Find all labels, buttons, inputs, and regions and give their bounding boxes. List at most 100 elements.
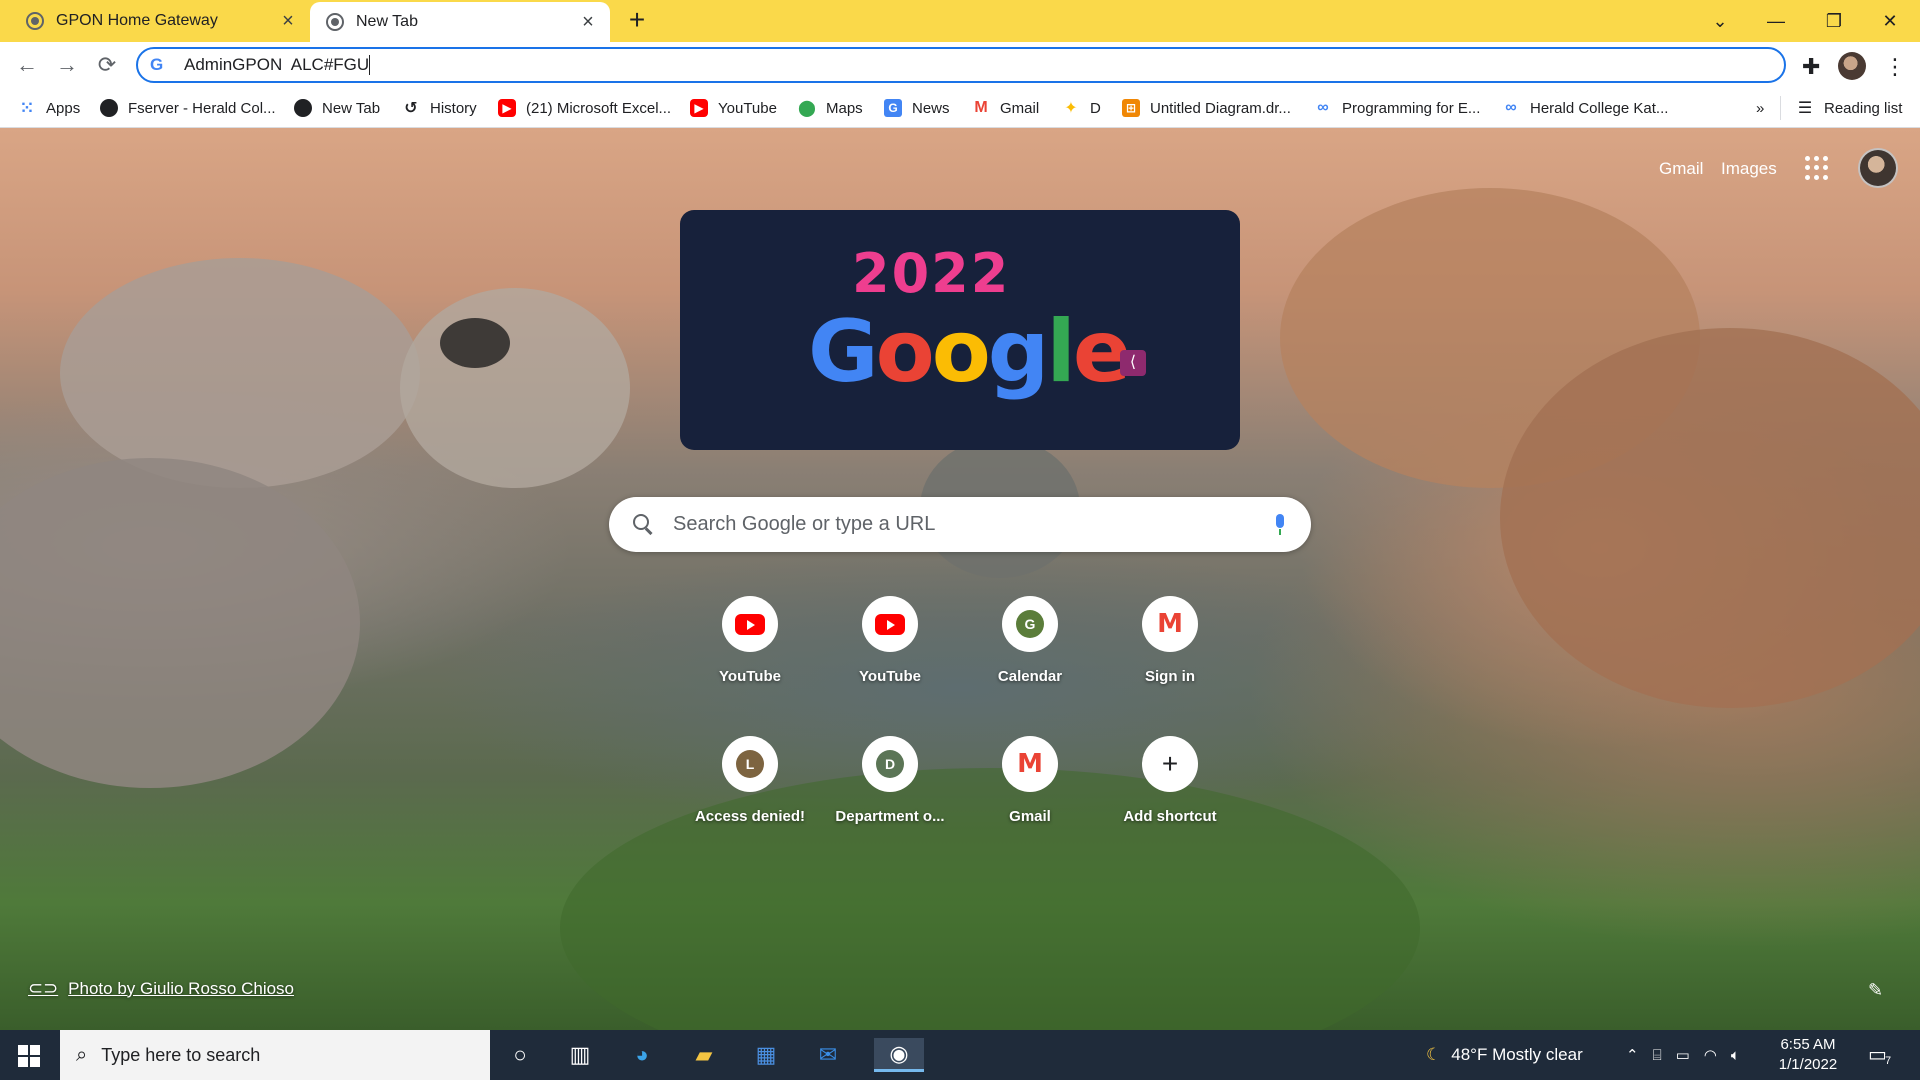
gmail-icon: M [1017, 749, 1043, 779]
extensions-icon[interactable]: ✚ [1802, 54, 1820, 80]
address-bar[interactable]: G AdminGPON ALC#FGU [136, 47, 1786, 83]
search-input[interactable] [673, 513, 1273, 536]
globe-icon [26, 12, 44, 30]
bookmark-microsoft-excel[interactable]: ▶ (21) Microsoft Excel... [498, 88, 671, 128]
google-search-box[interactable] [609, 497, 1311, 552]
shortcut-tile: D [862, 736, 918, 792]
shortcut-gmail[interactable]: M Gmail [974, 726, 1086, 838]
address-bar-text[interactable]: AdminGPON ALC#FGU [184, 55, 369, 75]
shortcut-label: Gmail [1009, 808, 1051, 825]
restore-button[interactable]: ❐ [1806, 0, 1862, 42]
bookmark-fserver[interactable]: Fserver - Herald Col... [100, 88, 276, 128]
new-tab-button[interactable]: + [622, 6, 652, 36]
microsoft-store-icon[interactable]: ▦ [748, 1038, 784, 1072]
google-apps-icon[interactable] [1805, 156, 1829, 180]
close-window-button[interactable]: ✕ [1862, 0, 1918, 42]
photo-credit-text: Photo by Giulio Rosso Chioso [68, 978, 295, 998]
letter-d-icon: D [876, 750, 904, 778]
close-icon[interactable]: × [276, 9, 300, 33]
bookmark-news[interactable]: G News [884, 88, 950, 128]
news-icon: G [884, 99, 902, 117]
tab-title: GPON Home Gateway [56, 12, 218, 29]
text-caret [369, 55, 371, 75]
gmail-link[interactable]: Gmail [1659, 159, 1703, 179]
shortcut-label: YouTube [859, 668, 921, 685]
close-icon[interactable]: × [576, 10, 600, 34]
bookmark-apps[interactable]: ⁙ Apps [18, 88, 80, 128]
weather-widget[interactable]: ☾ 48°F Mostly clear [1426, 1030, 1583, 1080]
globe-icon [294, 99, 312, 117]
taskbar-clock[interactable]: 6:55 AM 1/1/2022 [1768, 1035, 1848, 1075]
network-adapter-icon[interactable]: ⌸ [1653, 1047, 1662, 1064]
volume-icon[interactable]: 🔈︎ [1731, 1047, 1740, 1064]
logo-letter: g [987, 302, 1050, 402]
bookmark-maps[interactable]: ⬤ Maps [798, 88, 863, 128]
battery-icon[interactable]: ▭ [1676, 1046, 1690, 1064]
shortcut-sign-in[interactable]: M Sign in [1114, 586, 1226, 698]
shortcut-tile: + [1142, 736, 1198, 792]
mail-icon[interactable]: ✉ [810, 1038, 846, 1072]
tab-new-tab[interactable]: New Tab × [310, 2, 610, 42]
bookmark-label: New Tab [322, 99, 381, 117]
shortcut-tile [722, 596, 778, 652]
taskbar-search[interactable]: ⌕ Type here to search [60, 1030, 490, 1080]
bookmark-label: Maps [826, 99, 863, 117]
shortcut-add[interactable]: + Add shortcut [1114, 726, 1226, 838]
shortcut-youtube[interactable]: YouTube [694, 586, 806, 698]
youtube-icon: ▶ [690, 99, 708, 117]
bookmark-gmail[interactable]: M Gmail [972, 88, 1039, 128]
chevron-up-icon[interactable]: ⌃ [1626, 1046, 1639, 1064]
microphone-icon[interactable] [1273, 513, 1287, 536]
shortcut-calendar[interactable]: G Calendar [974, 586, 1086, 698]
youtube-icon [735, 613, 765, 635]
shortcut-youtube[interactable]: YouTube [834, 586, 946, 698]
apps-grid-icon: ⁙ [20, 100, 34, 117]
bookmark-new-tab[interactable]: New Tab [294, 88, 380, 128]
bookmark-youtube[interactable]: ▶ YouTube [690, 88, 777, 128]
images-link[interactable]: Images [1721, 159, 1777, 179]
bookmark-label: Fserver - Herald Col... [128, 99, 276, 117]
shortcut-department[interactable]: D Department o... [834, 726, 946, 838]
youtube-icon: ▶ [498, 99, 516, 117]
bookmark-untitled-diagram[interactable]: ⊞ Untitled Diagram.dr... [1122, 88, 1291, 128]
logo-letter: G [808, 302, 879, 402]
wifi-icon[interactable]: ◠ [1704, 1046, 1717, 1064]
chrome-icon[interactable]: ◉ [874, 1038, 924, 1072]
share-icon[interactable]: ⟨ [1120, 350, 1146, 376]
plus-icon: + [1161, 748, 1179, 779]
task-view-icon[interactable]: ▥ [562, 1038, 598, 1072]
account-avatar[interactable] [1858, 148, 1898, 188]
minimize-button[interactable]: — [1748, 0, 1804, 42]
google-doodle[interactable]: 2022 Google ⟨ [680, 210, 1240, 450]
bookmark-herald-college[interactable]: ∞ Herald College Kat... [1502, 88, 1668, 128]
customize-pencil-icon[interactable]: ✎ [1868, 980, 1883, 1001]
tab-gpon-home-gateway[interactable]: GPON Home Gateway × [0, 0, 310, 42]
profile-avatar[interactable] [1838, 52, 1866, 80]
clock-date: 1/1/2022 [1778, 1056, 1838, 1073]
shortcut-access-denied[interactable]: L Access denied! [694, 726, 806, 838]
shortcut-label: Sign in [1145, 668, 1195, 685]
cortana-icon[interactable]: ○ [502, 1038, 538, 1072]
edge-icon[interactable]: ◕ [624, 1038, 660, 1072]
letter-l-icon: L [736, 750, 764, 778]
bookmarks-overflow-button[interactable]: » [1756, 88, 1764, 128]
bookmark-label: YouTube [718, 99, 777, 117]
tab-title: New Tab [356, 13, 418, 30]
new-tab-page: Gmail Images 2022 Google ⟨ YouTube YouTu… [0, 128, 1920, 1030]
back-button[interactable]: ← [12, 50, 42, 80]
doodle-google-logo: Google [808, 302, 1131, 402]
bookmark-programming[interactable]: ∞ Programming for E... [1314, 88, 1480, 128]
windows-start-icon[interactable] [18, 1045, 40, 1067]
bookmark-d[interactable]: ✦ D [1062, 88, 1101, 128]
bookmark-history[interactable]: ↺ History [402, 88, 476, 128]
menu-icon[interactable]: ⋮ [1884, 54, 1906, 80]
system-tray[interactable]: ⌃ ⌸ ▭ ◠ 🔈︎ [1626, 1030, 1740, 1080]
reading-list-button[interactable]: ☰ Reading list [1796, 88, 1903, 128]
reading-list-icon: ☰ [1797, 100, 1813, 117]
search-icon: ⌕ [76, 1043, 88, 1066]
reload-button[interactable]: ⟳ [92, 50, 122, 80]
tab-search-icon[interactable]: ⌄ [1692, 0, 1748, 42]
file-explorer-icon[interactable]: ▰ [686, 1038, 722, 1072]
photo-credit-link[interactable]: ⊂⊃ Photo by Giulio Rosso Chioso [28, 978, 294, 999]
forward-button[interactable]: → [52, 50, 82, 80]
